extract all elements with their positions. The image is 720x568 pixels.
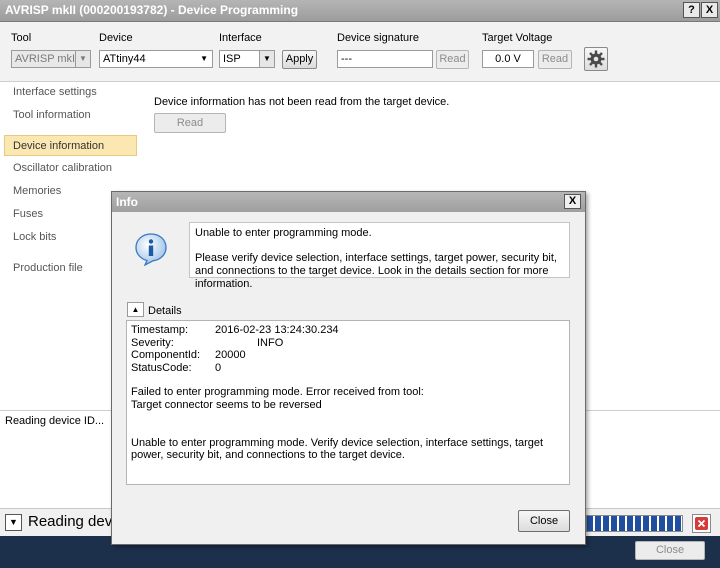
window-title: AVRISP mkII (000200193782) - Device Prog…: [5, 3, 299, 17]
dialog-title: Info: [116, 195, 138, 209]
log-line: Reading device ID...: [5, 415, 105, 427]
device-read-button[interactable]: Read: [154, 113, 226, 133]
device-label: Device: [99, 32, 133, 44]
status-text: Reading devic: [28, 513, 124, 530]
detail-value: 2016-02-23 13:24:30.234: [215, 324, 339, 336]
info-icon: [135, 233, 167, 266]
detail-value: 20000: [215, 349, 246, 362]
device-value: ATtiny44: [103, 53, 146, 65]
dialog-message-box: Unable to enter programming mode. Please…: [189, 222, 570, 290]
details-toggle-button[interactable]: ▲: [127, 302, 144, 317]
dialog-close-button[interactable]: Close: [518, 510, 570, 532]
info-dialog: Info X Unable to enter programming mode.…: [111, 191, 586, 545]
dialog-titlebar: Info X: [112, 192, 585, 212]
tool-label: Tool: [11, 32, 32, 44]
tool-select[interactable]: AVRISP mkII ▼: [11, 50, 91, 68]
expand-log-button[interactable]: ▼: [5, 514, 22, 531]
sidebar-item-oscillator-calibration[interactable]: Oscillator calibration: [13, 162, 112, 174]
detail-error-line: Target connector seems to be reversed: [131, 398, 322, 411]
stop-icon: [695, 517, 708, 530]
gear-icon: [587, 50, 605, 68]
detail-error-line: Failed to enter programming mode. Error …: [131, 386, 424, 399]
dialog-message-body: Please verify device selection, interfac…: [195, 252, 557, 290]
dialog-message-title: Unable to enter programming mode.: [195, 227, 372, 239]
dialog-close-x-button[interactable]: X: [564, 194, 581, 209]
voltage-read-button[interactable]: Read: [538, 50, 572, 69]
stop-button[interactable]: [692, 514, 711, 533]
signature-read-button[interactable]: Read: [436, 50, 469, 69]
detail-key: StatusCode:: [131, 361, 192, 374]
sidebar-item-production-file[interactable]: Production file: [13, 262, 83, 274]
sidebar-item-fuses[interactable]: Fuses: [13, 208, 43, 220]
window-titlebar: AVRISP mkII (000200193782) - Device Prog…: [0, 0, 720, 22]
detail-summary: Unable to enter programming mode. Verify…: [131, 436, 544, 462]
window-close-button[interactable]: X: [701, 2, 718, 18]
chevron-up-icon: ▲: [131, 305, 140, 314]
interface-label: Interface: [219, 32, 262, 44]
detail-key: Severity:: [131, 336, 174, 349]
tool-value: AVRISP mkII: [15, 53, 79, 65]
voltage-field: 0.0 V: [482, 50, 534, 68]
chevron-down-icon: ▼: [75, 51, 90, 67]
progress-bar: [586, 515, 683, 532]
details-panel[interactable]: Timestamp: 2016-02-23 13:24:30.234 Severi…: [126, 320, 570, 485]
signature-field: ---: [337, 50, 433, 68]
settings-button[interactable]: [584, 47, 608, 71]
detail-key: ComponentId:: [131, 349, 201, 362]
help-button[interactable]: ?: [683, 2, 700, 18]
details-label: Details: [148, 305, 182, 317]
sidebar-item-lock-bits[interactable]: Lock bits: [13, 231, 56, 243]
chevron-down-icon: ▼: [200, 54, 208, 63]
detail-key: Timestamp:: [131, 324, 189, 336]
sidebar-item-device-information[interactable]: Device information: [13, 140, 104, 152]
interface-value: ISP: [223, 53, 241, 65]
interface-select[interactable]: ISP ▼: [219, 50, 275, 68]
chevron-down-icon: ▼: [259, 51, 274, 67]
signature-label: Device signature: [337, 32, 419, 44]
toolbar: Tool AVRISP mkII ▼ Device ATtiny44 ▼ Int…: [0, 22, 720, 82]
apply-button[interactable]: Apply: [282, 50, 317, 69]
main-close-button[interactable]: Close: [635, 541, 705, 560]
detail-value: INFO: [257, 336, 284, 349]
voltage-label: Target Voltage: [482, 32, 553, 44]
device-info-message: Device information has not been read fro…: [154, 96, 450, 108]
detail-value: 0: [215, 361, 222, 374]
sidebar-item-memories[interactable]: Memories: [13, 185, 61, 197]
sidebar-item-interface-settings[interactable]: Interface settings: [13, 86, 97, 98]
chevron-down-icon: ▼: [9, 517, 18, 527]
device-select[interactable]: ATtiny44 ▼: [99, 50, 213, 68]
sidebar-item-tool-information[interactable]: Tool information: [13, 109, 91, 121]
